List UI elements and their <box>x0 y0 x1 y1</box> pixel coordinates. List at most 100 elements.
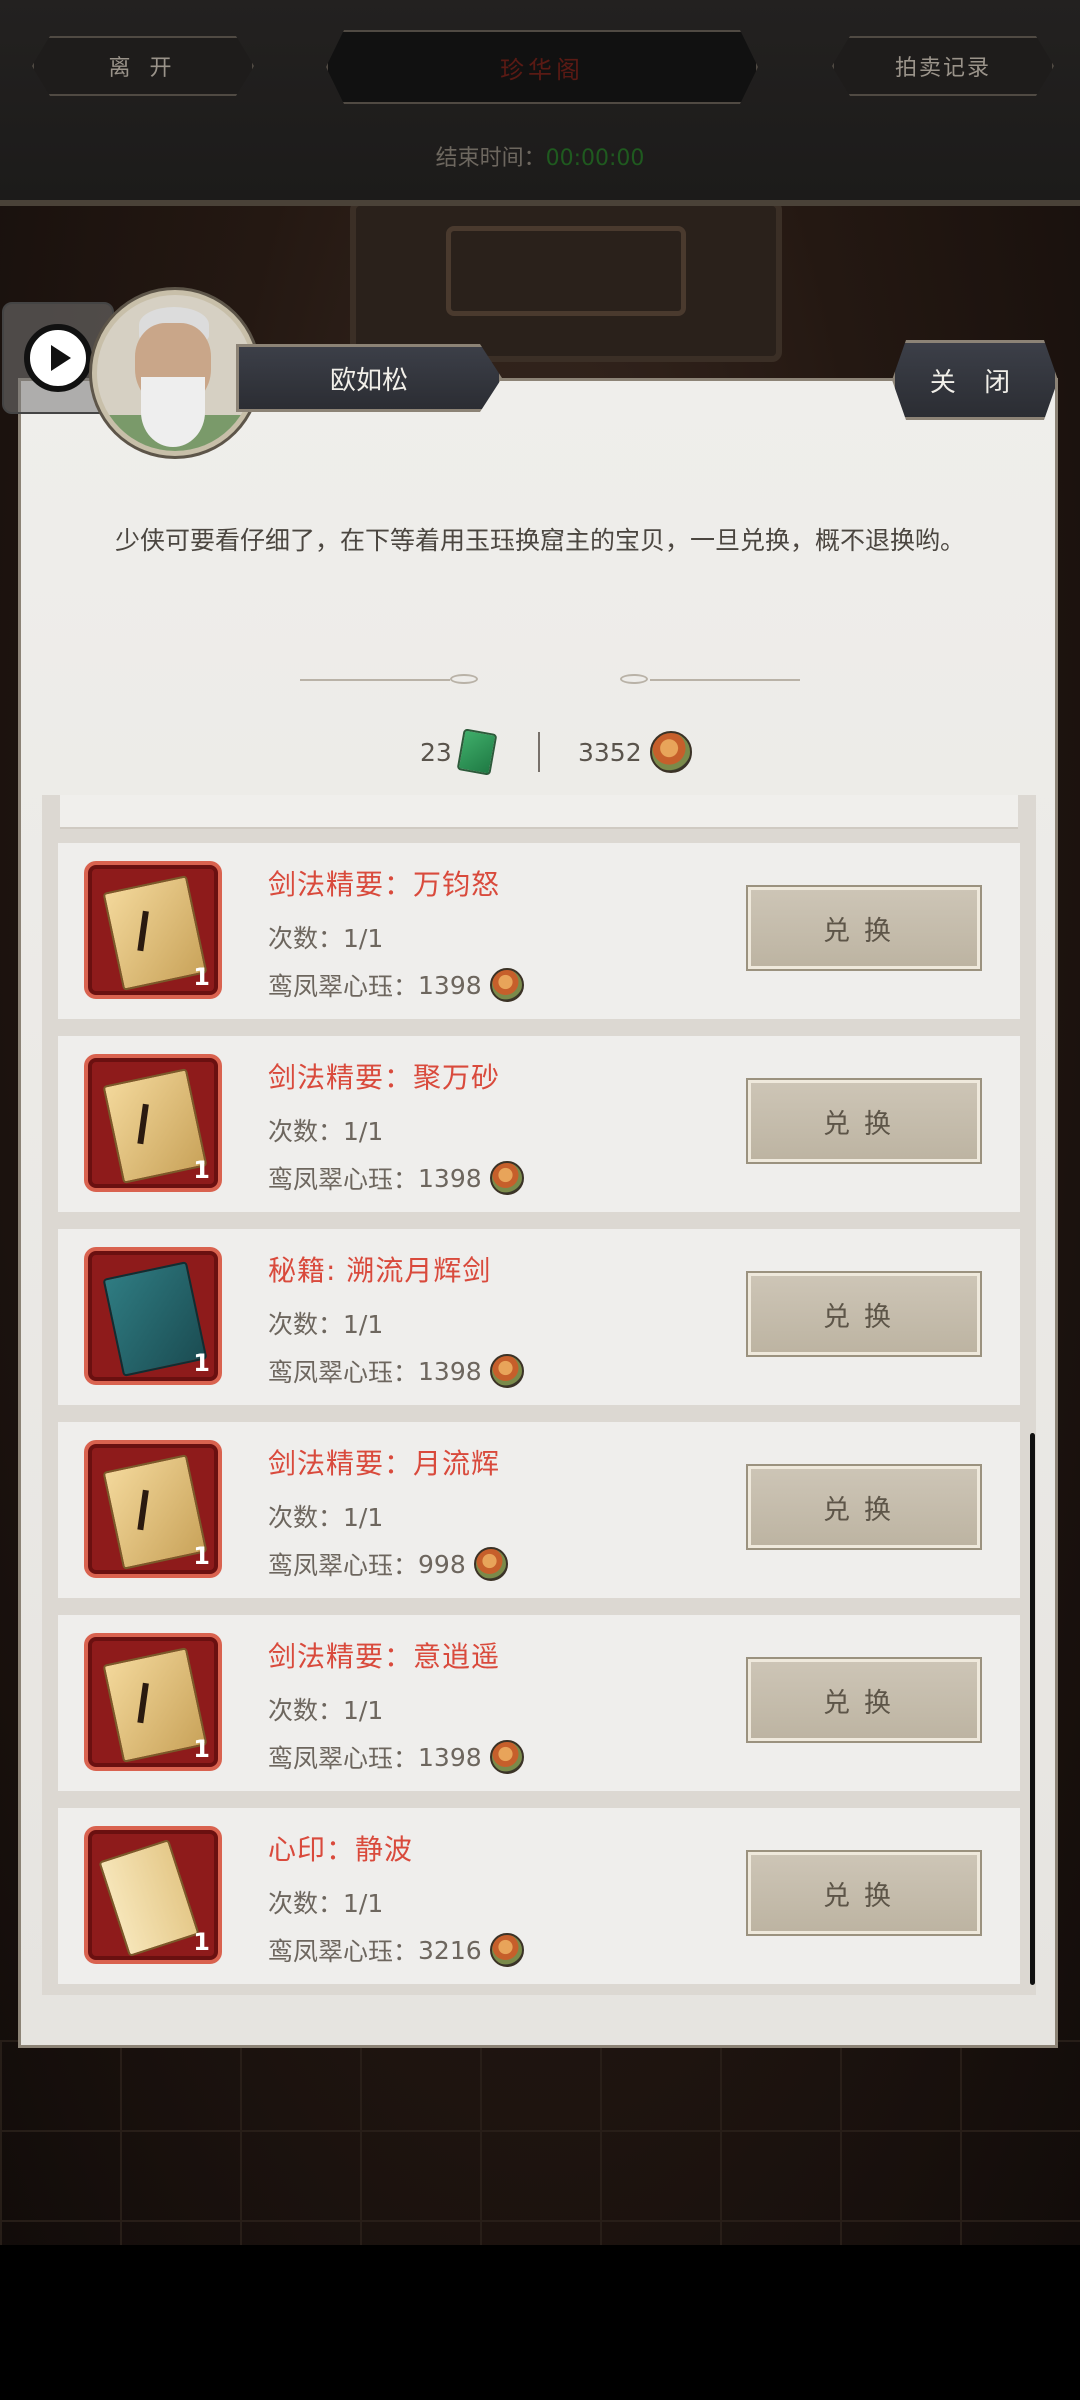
list-item: 1 剑法精要：万钧怒 次数：1/1 鸾凤翠心珏： 1398 兑换 <box>58 843 1020 1019</box>
list-item: 1 剑法精要：意逍遥 次数：1/1 鸾凤翠心珏： 1398 兑换 <box>58 1615 1020 1791</box>
price-label: 鸾凤翠心珏： <box>268 1744 419 1773</box>
price-value: 1398 <box>418 1742 482 1772</box>
jade-token-icon <box>456 728 498 776</box>
item-count: 1 <box>193 963 210 991</box>
end-time: 结束时间：00:00:00 <box>0 140 1080 172</box>
book-icon <box>102 1454 208 1570</box>
price-value: 1398 <box>418 1163 482 1193</box>
item-title: 剑法精要：万钧怒 <box>268 868 501 901</box>
item-times: 次数：1/1 <box>268 924 384 953</box>
item-price: 鸾凤翠心珏： 3216 <box>268 1932 524 1968</box>
divider-line <box>650 679 800 681</box>
item-times: 次数：1/1 <box>268 1696 384 1725</box>
npc-name: 欧如松 <box>236 344 502 412</box>
npc-dialog: 少侠可要看仔细了，在下等着用玉珏换窟主的宝贝，一旦兑换，概不退换哟。 <box>114 526 965 555</box>
coin-currency: 3352 <box>578 730 692 774</box>
book-icon <box>102 875 208 991</box>
item-title: 剑法精要：聚万砂 <box>268 1061 501 1094</box>
leave-button[interactable]: 离 开 <box>32 36 254 96</box>
top-bar: 离 开 珍华阁 拍卖记录 结束时间：00:00:00 <box>0 0 1080 206</box>
price-label: 鸾凤翠心珏： <box>268 1551 419 1580</box>
item-title: 心印：静波 <box>268 1833 414 1866</box>
price-value: 998 <box>418 1549 466 1579</box>
item-icon-frame[interactable]: 1 <box>84 1440 222 1578</box>
jade-pendant-coin-icon <box>649 731 692 773</box>
book-mark <box>137 1103 175 1148</box>
price-value: 1398 <box>418 1356 482 1386</box>
price-label: 鸾凤翠心珏： <box>268 1358 419 1387</box>
item-icon-frame[interactable]: 1 <box>84 1633 222 1771</box>
divider-right <box>620 674 800 686</box>
list-scrollbar[interactable] <box>1030 1433 1035 1985</box>
npc-avatar <box>92 290 258 456</box>
exchange-button[interactable]: 兑换 <box>748 887 980 969</box>
divider-ornament-icon <box>450 674 478 684</box>
divider-ornament-icon <box>620 674 648 684</box>
close-button[interactable]: 关 闭 <box>892 340 1058 420</box>
teal-book-icon <box>102 1261 208 1377</box>
list-item: 1 心印：静波 次数：1/1 鸾凤翠心珏： 3216 兑换 <box>58 1808 1020 1984</box>
list-item: 1 剑法精要：月流辉 次数：1/1 鸾凤翠心珏： 998 兑换 <box>58 1422 1020 1598</box>
item-times: 次数：1/1 <box>268 1889 384 1918</box>
item-icon-frame[interactable]: 1 <box>84 1054 222 1192</box>
item-price: 鸾凤翠心珏： 998 <box>268 1546 508 1582</box>
item-count: 1 <box>193 1156 210 1184</box>
exchange-button[interactable]: 兑换 <box>748 1273 980 1355</box>
avatar-beard <box>141 377 205 447</box>
price-label: 鸾凤翠心珏： <box>268 1937 419 1966</box>
jade-count: 23 <box>420 737 452 767</box>
currency-separator <box>538 732 540 772</box>
list-top-strip <box>60 795 1018 829</box>
exchange-button[interactable]: 兑换 <box>748 1852 980 1934</box>
item-count: 1 <box>193 1542 210 1570</box>
page-title: 珍华阁 <box>326 30 758 104</box>
item-times: 次数：1/1 <box>268 1503 384 1532</box>
list-item: 1 秘籍: 溯流月辉剑 次数：1/1 鸾凤翠心珏： 1398 兑换 <box>58 1229 1020 1405</box>
item-price: 鸾凤翠心珏： 1398 <box>268 1353 524 1389</box>
item-times: 次数：1/1 <box>268 1117 384 1146</box>
coin-count: 3352 <box>578 737 642 767</box>
item-count: 1 <box>193 1735 210 1763</box>
jade-pendant-coin-icon <box>489 1933 524 1967</box>
jade-pendant-coin-icon <box>489 968 524 1002</box>
background-floor-grid <box>0 2040 1080 2245</box>
book-mark <box>137 1682 175 1727</box>
exchange-button[interactable]: 兑换 <box>748 1080 980 1162</box>
item-icon-frame[interactable]: 1 <box>84 1826 222 1964</box>
item-price: 鸾凤翠心珏： 1398 <box>268 1160 524 1196</box>
end-time-value: 00:00:00 <box>545 146 645 171</box>
exchange-button[interactable]: 兑换 <box>748 1659 980 1741</box>
auction-records-button[interactable]: 拍卖记录 <box>832 36 1054 96</box>
item-icon-frame[interactable]: 1 <box>84 861 222 999</box>
title-text: 珍华阁 <box>500 55 584 84</box>
divider-line <box>300 679 450 681</box>
jade-pendant-coin-icon <box>489 1354 524 1388</box>
item-times: 次数：1/1 <box>268 1310 384 1339</box>
bottom-bar <box>0 2245 1080 2400</box>
item-title: 剑法精要：月流辉 <box>268 1447 501 1480</box>
play-triangle-icon <box>51 345 71 371</box>
exchange-list[interactable]: 1 剑法精要：万钧怒 次数：1/1 鸾凤翠心珏： 1398 兑换 1 剑法精要：聚… <box>42 795 1036 1995</box>
book-icon <box>102 1068 208 1184</box>
item-count: 1 <box>193 1349 210 1377</box>
price-value: 1398 <box>418 970 482 1000</box>
jade-currency: 23 <box>420 728 498 776</box>
book-mark <box>137 1489 175 1534</box>
item-price: 鸾凤翠心珏： 1398 <box>268 1739 524 1775</box>
price-label: 鸾凤翠心珏： <box>268 972 419 1001</box>
book-icon <box>102 1647 208 1763</box>
item-price: 鸾凤翠心珏： 1398 <box>268 967 524 1003</box>
play-circle-icon <box>24 324 92 392</box>
list-item: 1 剑法精要：聚万砂 次数：1/1 鸾凤翠心珏： 1398 兑换 <box>58 1036 1020 1212</box>
end-time-label: 结束时间： <box>435 146 546 171</box>
price-value: 3216 <box>418 1935 482 1965</box>
jade-pendant-coin-icon <box>489 1161 524 1195</box>
item-icon-frame[interactable]: 1 <box>84 1247 222 1385</box>
book-mark <box>137 910 175 955</box>
divider-left <box>300 674 480 686</box>
jade-pendant-coin-icon <box>473 1547 508 1581</box>
price-label: 鸾凤翠心珏： <box>268 1165 419 1194</box>
item-count: 1 <box>193 1928 210 1956</box>
exchange-button[interactable]: 兑换 <box>748 1466 980 1548</box>
item-title: 秘籍: 溯流月辉剑 <box>268 1254 492 1287</box>
